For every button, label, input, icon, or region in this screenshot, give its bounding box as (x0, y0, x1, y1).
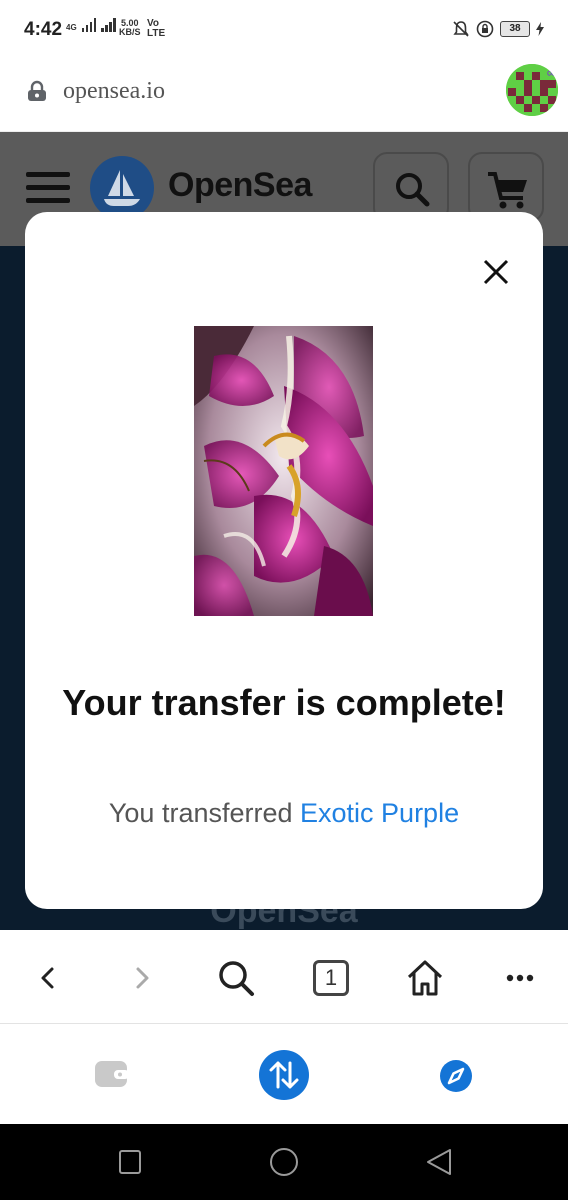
orchid-artwork (194, 326, 373, 616)
home-icon (407, 960, 443, 996)
search-button[interactable] (214, 956, 258, 1000)
back-nav-icon (427, 1149, 451, 1175)
back-button[interactable] (26, 956, 70, 1000)
recent-apps-icon (119, 1150, 141, 1174)
close-button[interactable] (480, 256, 512, 288)
swap-icon (259, 1050, 309, 1100)
back-nav-button[interactable] (424, 1146, 454, 1183)
network-type: 4G (66, 23, 77, 32)
modal-subtitle: You transferred Exotic Purple (25, 798, 543, 829)
forward-icon (136, 967, 149, 989)
home-button[interactable] (403, 956, 447, 1000)
avatar-icon[interactable]: ∞ (506, 64, 558, 116)
wallet-bar (0, 1025, 568, 1124)
transfer-complete-modal: Your transfer is complete! You transferr… (25, 212, 543, 909)
ship-icon (104, 170, 140, 206)
more-icon (506, 974, 534, 982)
modal-title: Your transfer is complete! (62, 682, 506, 723)
system-nav-bar (0, 1124, 568, 1200)
signal-2-icon (101, 18, 116, 32)
opensea-logo[interactable] (90, 156, 154, 220)
item-link[interactable]: Exotic Purple (300, 798, 459, 828)
home-nav-button[interactable] (268, 1146, 300, 1183)
signal-indicators: 4G (66, 18, 116, 32)
rotation-lock-icon (476, 20, 494, 38)
home-nav-icon (270, 1148, 298, 1176)
wallet-icon (95, 1061, 129, 1087)
url-bar[interactable]: opensea.io ∞ (0, 58, 568, 132)
explore-button[interactable] (439, 1059, 473, 1098)
bell-off-icon (453, 21, 469, 37)
lock-icon (28, 80, 46, 101)
more-button[interactable] (498, 956, 542, 1000)
search-icon (219, 961, 254, 996)
forward-button[interactable] (120, 956, 164, 1000)
subtitle-prefix: You transferred (108, 798, 301, 828)
status-right: 38 (452, 20, 544, 38)
explore-icon (440, 1060, 472, 1092)
charging-icon (536, 22, 544, 36)
back-icon (41, 967, 54, 989)
volte-indicator: Vo LTE (147, 18, 166, 39)
signal-1-icon (81, 18, 97, 32)
url-text[interactable]: opensea.io (63, 78, 165, 105)
swap-button[interactable] (258, 1049, 310, 1106)
status-time: 4:42 (24, 19, 63, 40)
site-name[interactable]: OpenSea (168, 166, 312, 205)
status-bar: 4:42 4G 5.00 KB/S Vo LTE 38 (0, 0, 568, 58)
wallet-button[interactable] (94, 1059, 130, 1094)
tabs-icon: 1 (313, 960, 349, 996)
infinity-badge-icon: ∞ (546, 65, 556, 80)
nft-image (194, 326, 373, 616)
battery-level: 38 (500, 21, 530, 37)
tabs-button[interactable]: 1 (309, 956, 353, 1000)
hamburger-icon[interactable] (26, 172, 70, 211)
data-rate: 5.00 KB/S (119, 18, 141, 37)
recent-apps-button[interactable] (118, 1146, 142, 1183)
browser-toolbar: 1 (0, 930, 568, 1024)
close-icon (483, 259, 509, 285)
